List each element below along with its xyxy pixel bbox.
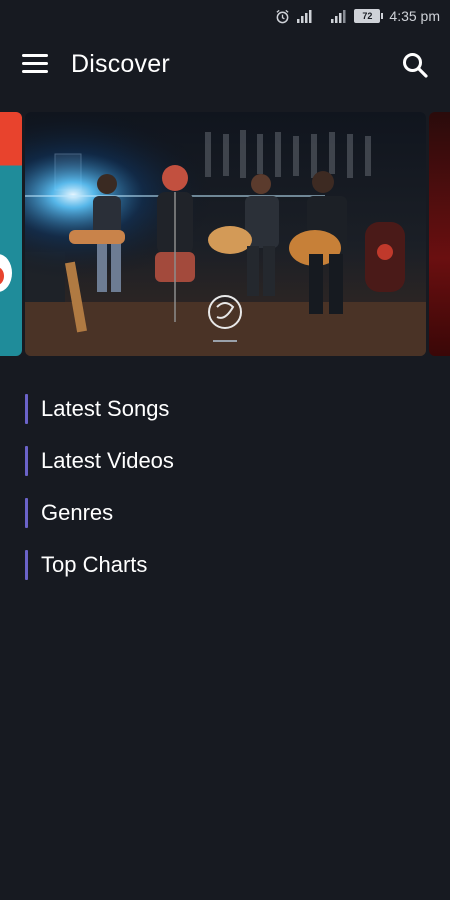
featured-carousel[interactable]	[0, 112, 450, 358]
menu-item-genres[interactable]: Genres	[0, 492, 450, 544]
menu-item-latest-songs[interactable]: Latest Songs	[0, 388, 450, 440]
battery-icon: 72	[354, 9, 384, 23]
discover-menu-list: Latest Songs Latest Videos Genres Top Ch…	[0, 388, 450, 596]
page-title: Discover	[71, 50, 170, 78]
carousel-next-slide[interactable]	[429, 112, 450, 356]
carousel-prev-slide[interactable]	[0, 112, 22, 356]
carousel-featured-slide[interactable]	[25, 112, 426, 356]
search-icon[interactable]	[400, 50, 430, 80]
menu-item-label: Top Charts	[41, 552, 148, 577]
menu-item-label: Latest Songs	[41, 396, 170, 421]
battery-level: 72	[354, 9, 384, 23]
status-time: 4:35 pm	[389, 8, 440, 24]
menu-item-label: Genres	[41, 500, 114, 525]
accent-bar	[25, 550, 28, 580]
app-toolbar: Discover	[0, 32, 450, 100]
band-photo	[25, 112, 426, 356]
alarm-icon	[275, 9, 290, 24]
hamburger-menu-icon[interactable]	[22, 54, 48, 76]
accent-bar	[25, 394, 28, 424]
menu-item-latest-videos[interactable]: Latest Videos	[0, 440, 450, 492]
status-bar: 72 4:35 pm	[0, 0, 450, 32]
signal-icon	[330, 9, 346, 23]
accent-bar	[25, 446, 28, 476]
accent-bar	[25, 498, 28, 528]
signal-icon	[296, 9, 314, 23]
menu-item-top-charts[interactable]: Top Charts	[0, 544, 450, 596]
menu-item-label: Latest Videos	[41, 448, 174, 473]
